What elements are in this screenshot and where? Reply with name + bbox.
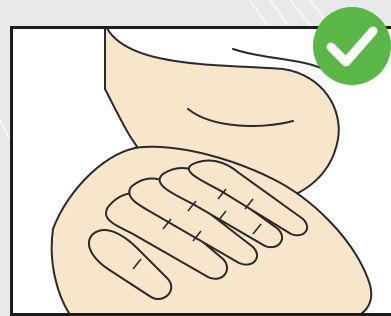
illustration-stage bbox=[0, 0, 391, 316]
checkmark-icon bbox=[313, 7, 391, 85]
